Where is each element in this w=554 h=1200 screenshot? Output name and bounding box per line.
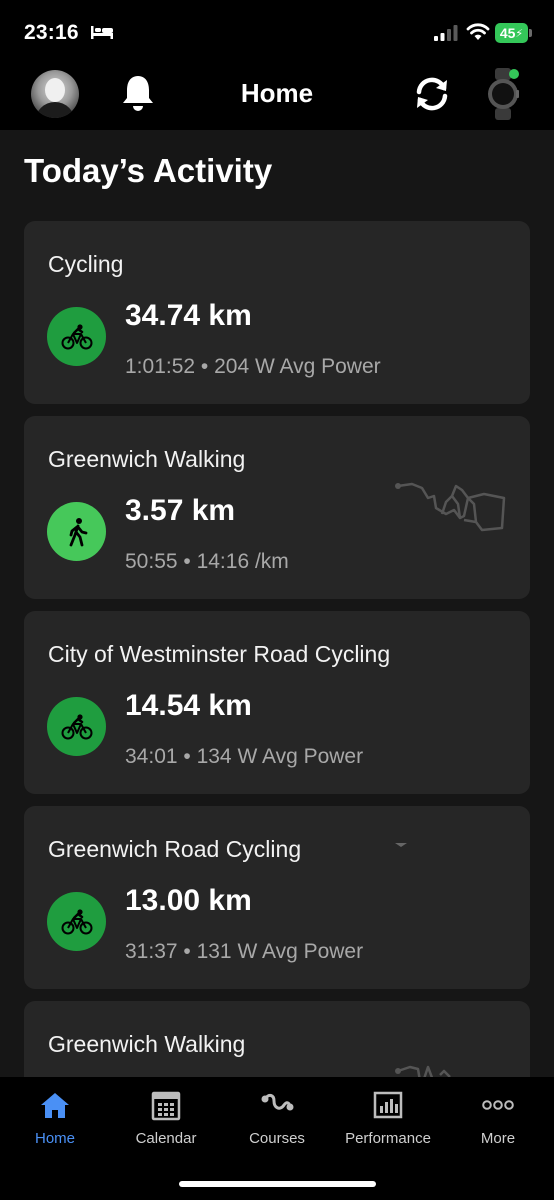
activity-title: Greenwich Road Cycling bbox=[48, 836, 302, 862]
activity-stats: 34:01 • 134 W Avg Power bbox=[125, 745, 364, 768]
walking-badge bbox=[47, 502, 106, 561]
activity-title: Cycling bbox=[48, 251, 124, 277]
activity-card-greenwich-walking[interactable]: Greenwich Walking 3.57 km 50:55 • 14:16 … bbox=[24, 416, 530, 599]
tab-label: Calendar bbox=[135, 1130, 197, 1147]
activity-distance: 34.74 km bbox=[125, 299, 252, 332]
app-header: Home bbox=[0, 62, 554, 130]
tab-courses[interactable]: Courses bbox=[222, 1077, 332, 1157]
bed-icon bbox=[91, 26, 113, 39]
cycling-badge bbox=[47, 307, 106, 366]
section-title: Today’s Activity bbox=[24, 152, 273, 189]
tab-label: Home bbox=[34, 1130, 75, 1147]
courses-icon bbox=[261, 1093, 294, 1111]
signal-icon bbox=[434, 25, 458, 41]
battery-tip bbox=[529, 29, 532, 37]
route-map bbox=[395, 843, 407, 847]
activity-distance: 13.00 km bbox=[125, 884, 252, 917]
battery-icon: 45 ⚡ bbox=[495, 23, 528, 43]
calendar-icon bbox=[151, 1091, 181, 1121]
tab-label: Courses bbox=[249, 1130, 305, 1147]
battery-level: 45 bbox=[499, 25, 516, 41]
cycling-icon bbox=[61, 713, 92, 739]
tab-performance[interactable]: Performance bbox=[333, 1077, 443, 1157]
cycling-icon bbox=[61, 323, 92, 349]
status-bar: 23:16 45 ⚡ bbox=[0, 0, 554, 62]
wifi-icon bbox=[466, 23, 490, 40]
cycling-icon bbox=[61, 908, 92, 934]
more-icon bbox=[482, 1100, 514, 1110]
tab-label: More bbox=[480, 1130, 516, 1147]
tab-more[interactable]: More bbox=[443, 1077, 553, 1157]
activity-stats: 50:55 • 14:16 /km bbox=[125, 550, 289, 573]
activity-stats: 1:01:52 • 204 W Avg Power bbox=[125, 355, 381, 378]
status-time: 23:16 bbox=[24, 21, 79, 44]
cycling-badge bbox=[47, 892, 106, 951]
watch-icon[interactable] bbox=[486, 66, 520, 122]
activity-title: Greenwich Walking bbox=[48, 446, 246, 472]
page-title: Home bbox=[240, 78, 314, 108]
route-map bbox=[395, 482, 506, 532]
activity-card-greenwich-cycling[interactable]: Greenwich Road Cycling 13.00 km 31:37 • … bbox=[24, 806, 530, 989]
activity-title: City of Westminster Road Cycling bbox=[48, 641, 391, 667]
activity-distance: 14.54 km bbox=[125, 689, 252, 722]
activity-stats: 31:37 • 131 W Avg Power bbox=[125, 940, 364, 963]
activity-card-cycling[interactable]: Cycling 34.74 km 1:01:52 • 204 W Avg Pow… bbox=[24, 221, 530, 404]
tab-home[interactable]: Home bbox=[0, 1077, 110, 1157]
tab-calendar[interactable]: Calendar bbox=[111, 1077, 221, 1157]
home-icon bbox=[41, 1093, 69, 1118]
home-indicator bbox=[179, 1181, 376, 1187]
cycling-badge bbox=[47, 697, 106, 756]
activity-distance: 3.57 km bbox=[125, 494, 236, 527]
walking-icon bbox=[69, 517, 87, 546]
activity-title: Greenwich Walking bbox=[48, 1031, 246, 1057]
tab-label: Performance bbox=[345, 1130, 431, 1147]
performance-icon bbox=[373, 1091, 403, 1119]
activity-card-westminster-cycling[interactable]: City of Westminster Road Cycling 14.54 k… bbox=[24, 611, 530, 794]
sync-icon[interactable] bbox=[411, 74, 453, 114]
